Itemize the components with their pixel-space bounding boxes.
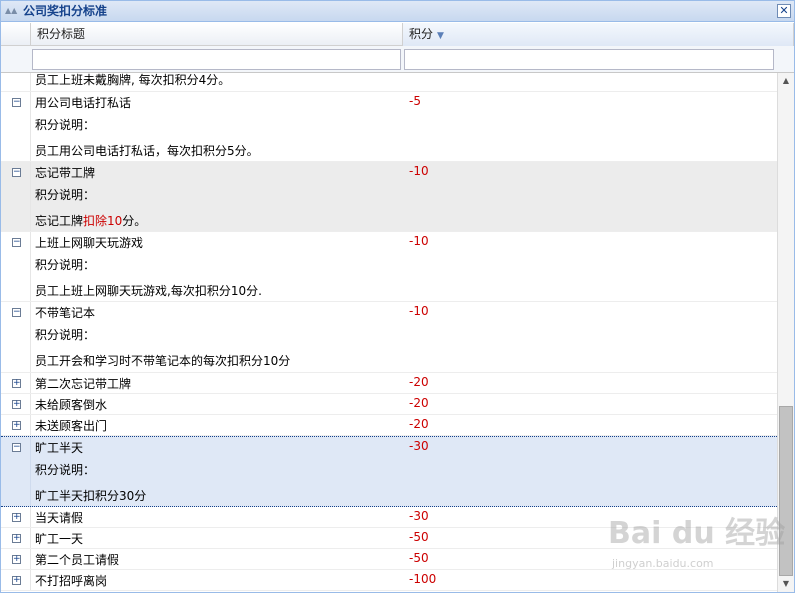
collapse-icon[interactable]: − (12, 443, 21, 452)
row-score: -20 (409, 417, 429, 431)
watermark-url: jingyan.baidu.com (612, 557, 714, 570)
row-title: 未送顾客出门 (35, 419, 108, 433)
score-filter-input[interactable] (404, 49, 774, 70)
expand-icon[interactable]: + (12, 513, 21, 522)
row-title: 当天请假 (35, 511, 84, 525)
row-score: -100 (409, 572, 437, 586)
collapse-icon[interactable]: − (12, 168, 21, 177)
table-row[interactable]: − 不带笔记本 -10 积分说明： 员工开会和学习时不带笔记本的每次扣积分10分 (1, 302, 777, 373)
watermark-logo: Bai du 经验 (608, 516, 786, 551)
row-title: 第二次忘记带工牌 (35, 377, 132, 391)
row-description: 忘记工牌扣除10分。 (35, 214, 147, 228)
expander-header (1, 23, 31, 46)
table-row[interactable]: + 未送顾客出门 -20 (1, 415, 777, 436)
title-bar: ▲▲ 公司奖扣分标准 ✕ (1, 1, 794, 22)
row-description: 员工上班上网聊天玩游戏,每次扣积分10分. (35, 284, 262, 298)
row-score: -10 (409, 164, 429, 178)
expand-icon[interactable]: + (12, 400, 21, 409)
row-title: 用公司电话打私话 (35, 96, 132, 110)
row-title: 不打招呼离岗 (35, 574, 108, 588)
row-title: 旷工半天 (35, 441, 84, 455)
expand-icon[interactable]: + (12, 534, 21, 543)
table-row[interactable]: + 第二次忘记带工牌 -20 (1, 373, 777, 394)
row-title: 上班上网聊天玩游戏 (35, 236, 144, 250)
detail-label: 积分说明： (35, 463, 96, 477)
expand-icon[interactable]: + (12, 555, 21, 564)
collapse-icon[interactable]: − (12, 308, 21, 317)
row-description: 员工开会和学习时不带笔记本的每次扣积分10分 (35, 354, 291, 368)
detail-label: 积分说明： (35, 258, 96, 272)
row-score: -10 (409, 304, 429, 318)
row-title: 旷工一天 (35, 532, 84, 546)
row-score: -50 (409, 551, 429, 565)
row-score: -20 (409, 396, 429, 410)
expand-icon[interactable]: + (12, 421, 21, 430)
table-row[interactable]: − 忘记带工牌 -10 积分说明： 忘记工牌扣除10分。 (1, 162, 777, 232)
row-title: 忘记带工牌 (35, 166, 96, 180)
row-description: 员工用公司电话打私话，每次扣积分5分。 (35, 144, 259, 158)
table-row[interactable]: + 不打招呼离岗 -100 (1, 570, 777, 591)
table-row-selected[interactable]: − 旷工半天 -30 积分说明： 旷工半天扣积分30分 (1, 436, 777, 507)
column-score-label: 积分 (409, 27, 434, 41)
window: ▲▲ 公司奖扣分标准 ✕ 积分标题 积分 ▼ 员工上班未戴胸牌, 每次扣积分4分。… (0, 0, 795, 593)
row-score: -10 (409, 234, 429, 248)
table-row[interactable]: − 上班上网聊天玩游戏 -10 积分说明： 员工上班上网聊天玩游戏,每次扣积分1… (1, 232, 777, 302)
close-button[interactable]: ✕ (777, 4, 791, 18)
list-item: 员工上班未戴胸牌, 每次扣积分4分。 (1, 73, 777, 92)
column-header-score[interactable]: 积分 ▼ (403, 23, 794, 46)
row-score: -30 (409, 509, 429, 523)
row-score: -20 (409, 375, 429, 389)
row-description: 旷工半天扣积分30分 (35, 489, 147, 503)
detail-label: 积分说明： (35, 188, 96, 202)
row-score: -50 (409, 530, 429, 544)
title-filter-input[interactable] (32, 49, 401, 70)
window-title: 公司奖扣分标准 (23, 4, 108, 18)
sort-desc-icon: ▼ (437, 31, 444, 41)
table-row[interactable]: + 未给顾客倒水 -20 (1, 394, 777, 415)
table-row[interactable]: − 用公司电话打私话 -5 积分说明： 员工用公司电话打私话，每次扣积分5分。 (1, 92, 777, 162)
row-title: 未给顾客倒水 (35, 398, 108, 412)
expand-icon[interactable]: + (12, 379, 21, 388)
collapse-icon[interactable]: − (12, 98, 21, 107)
collapse-icon[interactable]: ▲▲ (5, 6, 19, 16)
filter-row (1, 46, 794, 73)
expand-icon[interactable]: + (12, 576, 21, 585)
collapse-icon[interactable]: − (12, 238, 21, 247)
scroll-up-icon[interactable]: ▲ (778, 73, 794, 89)
row-title: 第二个员工请假 (35, 553, 120, 567)
detail-label: 积分说明： (35, 328, 96, 342)
row-score: -5 (409, 94, 421, 108)
grid-header: 积分标题 积分 ▼ (1, 23, 794, 46)
column-header-title[interactable]: 积分标题 (31, 23, 403, 46)
row-description: 员工上班未戴胸牌, 每次扣积分4分。 (35, 73, 231, 87)
row-score: -30 (409, 439, 429, 453)
detail-label: 积分说明： (35, 118, 96, 132)
row-title: 不带笔记本 (35, 306, 96, 320)
column-title-label: 积分标题 (37, 27, 86, 41)
scroll-down-icon[interactable]: ▼ (778, 576, 794, 592)
